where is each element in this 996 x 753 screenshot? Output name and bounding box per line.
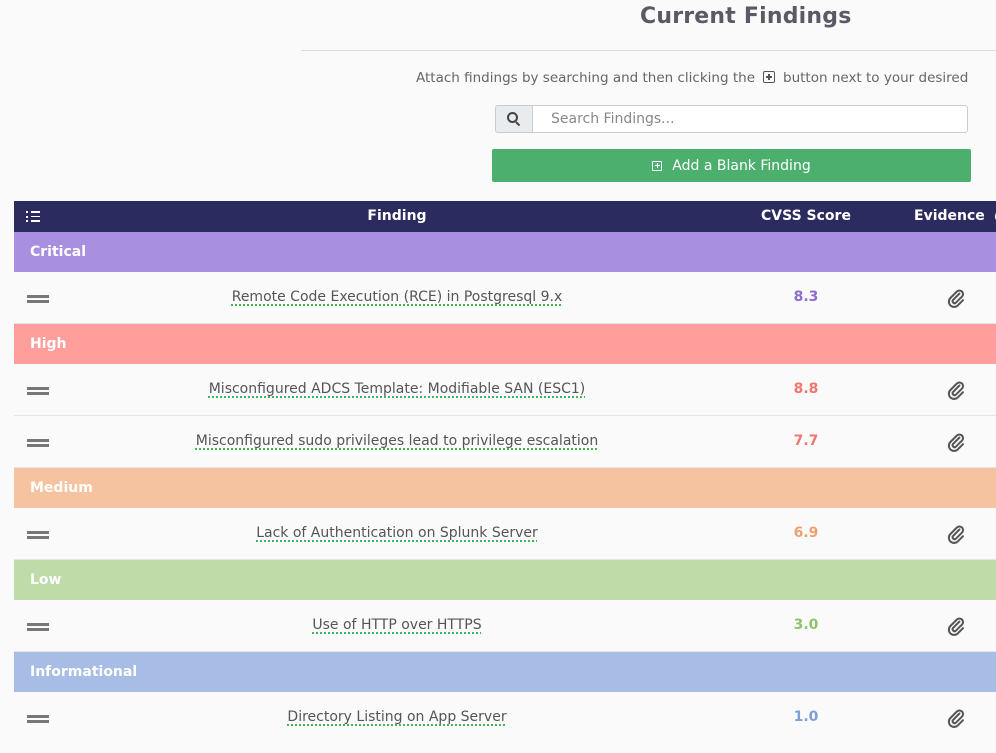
severity-group-low: Low xyxy=(14,560,996,600)
paperclip-icon[interactable] xyxy=(947,380,965,400)
paperclip-icon[interactable] xyxy=(947,524,965,544)
severity-group-critical: Critical xyxy=(14,232,996,272)
help-text-before: Attach findings by searching and then cl… xyxy=(416,70,755,86)
table-row[interactable]: Directory Listing on App Server 1.0 xyxy=(14,692,996,743)
cvss-score: 7.7 xyxy=(793,433,819,449)
paperclip-icon[interactable] xyxy=(947,432,965,452)
add-blank-finding-button[interactable]: Add a Blank Finding xyxy=(492,149,971,182)
divider xyxy=(301,50,996,51)
plus-square-icon xyxy=(652,160,663,171)
finding-title-link[interactable]: Misconfigured sudo privileges lead to pr… xyxy=(196,433,598,449)
column-cvss-score: CVSS Score xyxy=(761,208,851,224)
column-finding: Finding xyxy=(367,208,427,224)
table-header: Finding CVSS Score Evidence xyxy=(14,201,996,232)
paperclip-icon[interactable] xyxy=(947,288,965,308)
column-evidence-label: Evidence xyxy=(914,208,985,224)
column-evidence: Evidence xyxy=(914,201,996,232)
table-row[interactable]: Lack of Authentication on Splunk Server 6… xyxy=(14,508,996,560)
table-row[interactable]: Misconfigured sudo privileges lead to pr… xyxy=(14,416,996,468)
help-text-after: button next to your desired xyxy=(783,70,969,86)
cvss-score: 8.8 xyxy=(793,381,819,397)
finding-title-cell: Misconfigured sudo privileges lead to pr… xyxy=(14,416,780,467)
finding-title-cell: Use of HTTP over HTTPS xyxy=(14,600,780,651)
finding-title-cell: Remote Code Execution (RCE) in Postgresq… xyxy=(14,272,780,323)
finding-title-cell: Directory Listing on App Server xyxy=(14,692,780,743)
table-row[interactable]: Use of HTTP over HTTPS 3.0 xyxy=(14,600,996,652)
finding-title-link[interactable]: Use of HTTP over HTTPS xyxy=(312,617,481,633)
table-row[interactable]: Remote Code Execution (RCE) in Postgresq… xyxy=(14,272,996,324)
cvss-score: 3.0 xyxy=(793,617,819,633)
finding-title-cell: Misconfigured ADCS Template: Modifiable … xyxy=(14,364,780,415)
search-button[interactable] xyxy=(495,105,532,133)
table-body: Critical Remote Code Execution (RCE) in P… xyxy=(14,232,996,743)
paperclip-icon[interactable] xyxy=(947,708,965,728)
cvss-score: 6.9 xyxy=(793,525,819,541)
paperclip-icon[interactable] xyxy=(947,616,965,636)
cvss-score: 1.0 xyxy=(793,709,819,725)
page-title: Current Findings xyxy=(640,4,852,29)
severity-group-medium: Medium xyxy=(14,468,996,508)
finding-title-link[interactable]: Misconfigured ADCS Template: Modifiable … xyxy=(209,381,586,397)
finding-title-link[interactable]: Directory Listing on App Server xyxy=(287,709,506,725)
table-row[interactable]: Misconfigured ADCS Template: Modifiable … xyxy=(14,364,996,416)
plus-square-icon xyxy=(763,71,775,83)
search-group xyxy=(495,105,968,133)
search-input[interactable] xyxy=(532,105,968,133)
severity-group-informational: Informational xyxy=(14,652,996,692)
search-icon xyxy=(507,112,521,126)
add-blank-finding-label: Add a Blank Finding xyxy=(672,157,811,174)
findings-table: Finding CVSS Score Evidence Critical Remo… xyxy=(14,201,996,743)
cvss-score: 8.3 xyxy=(793,289,819,305)
finding-title-link[interactable]: Remote Code Execution (RCE) in Postgresq… xyxy=(232,289,563,305)
help-text: Attach findings by searching and then cl… xyxy=(416,70,968,86)
severity-group-high: High xyxy=(14,324,996,364)
finding-title-cell: Lack of Authentication on Splunk Server xyxy=(14,508,780,559)
finding-title-link[interactable]: Lack of Authentication on Splunk Server xyxy=(256,525,538,541)
